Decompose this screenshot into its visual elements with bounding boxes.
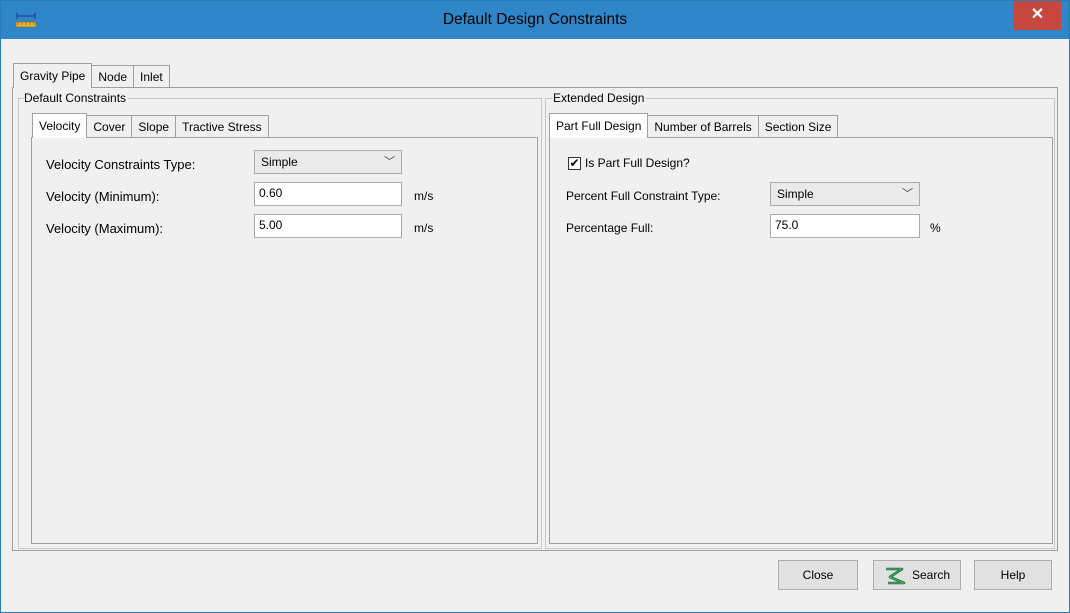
percentage-full-input[interactable]: 75.0: [770, 214, 920, 238]
dialog-window: Default Design Constraints ✕ Gravity Pip…: [0, 0, 1070, 613]
dialog-client: Gravity Pipe Node Inlet Default Constrai…: [10, 39, 1061, 606]
velocity-min-input[interactable]: 0.60: [254, 182, 402, 206]
percent-full-constraint-type-value: Simple: [777, 187, 814, 201]
is-part-full-label: Is Part Full Design?: [585, 156, 690, 170]
tab-tractive-stress[interactable]: Tractive Stress: [175, 115, 269, 137]
search-icon: [885, 567, 906, 585]
velocity-min-label: Velocity (Minimum):: [46, 189, 160, 204]
tab-number-of-barrels[interactable]: Number of Barrels: [647, 115, 759, 137]
velocity-constraints-type-value: Simple: [261, 155, 298, 169]
velocity-min-unit: m/s: [414, 189, 434, 203]
close-button[interactable]: Close: [778, 560, 858, 590]
tab-cover[interactable]: Cover: [86, 115, 133, 137]
default-constraints-tabstrip: Velocity Cover Slope Tractive Stress: [32, 113, 269, 138]
percent-full-constraint-type-label: Percent Full Constraint Type:: [566, 189, 721, 203]
dialog-tabstrip: Gravity Pipe Node Inlet: [13, 63, 170, 88]
extended-design-tabstrip: Part Full Design Number of Barrels Secti…: [549, 113, 839, 138]
window-title: Default Design Constraints: [442, 11, 628, 28]
tab-slope[interactable]: Slope: [131, 115, 177, 137]
tab-inlet[interactable]: Inlet: [133, 65, 170, 87]
tab-velocity[interactable]: Velocity: [32, 113, 88, 138]
velocity-max-label: Velocity (Maximum):: [46, 221, 164, 236]
is-part-full-checkbox[interactable]: ✔: [568, 157, 581, 170]
chevron-down-icon: ﹀: [384, 156, 395, 168]
extended-design-label: Extended Design: [553, 91, 647, 105]
search-button-label: Search: [911, 568, 951, 582]
tab-node[interactable]: Node: [91, 65, 135, 87]
percentage-full-unit: %: [930, 221, 941, 235]
tab-part-full-design[interactable]: Part Full Design: [549, 113, 649, 138]
tab-gravity-pipe[interactable]: Gravity Pipe: [13, 63, 93, 88]
percentage-full-label: Percentage Full:: [566, 221, 654, 235]
percent-full-constraint-type-select[interactable]: Simple ﹀: [770, 182, 920, 206]
help-button[interactable]: Help: [974, 560, 1052, 590]
chevron-down-icon: ﹀: [902, 188, 913, 200]
default-constraints-label: Default Constraints: [24, 91, 129, 105]
tab-section-size[interactable]: Section Size: [757, 115, 839, 137]
velocity-constraints-type-label: Velocity Constraints Type:: [46, 157, 196, 172]
velocity-max-input[interactable]: 5.00: [254, 214, 402, 238]
search-button[interactable]: Search: [873, 560, 961, 590]
velocity-constraints-type-select[interactable]: Simple ﹀: [254, 150, 402, 174]
close-window-button[interactable]: ✕: [1014, 1, 1061, 30]
title-bar[interactable]: Default Design Constraints ✕: [1, 1, 1069, 39]
velocity-max-unit: m/s: [414, 221, 434, 235]
